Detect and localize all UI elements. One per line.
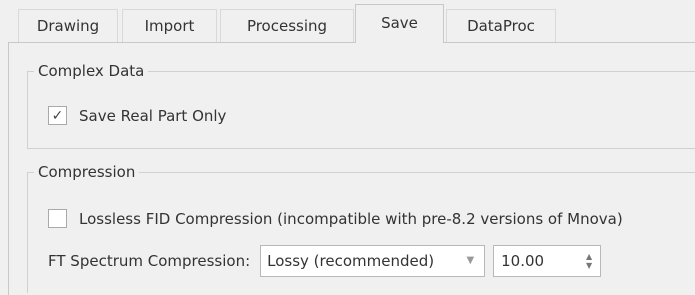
ft-spectrum-level-value[interactable]: 10.00 [501, 252, 544, 270]
complex-data-title: Complex Data [34, 61, 149, 81]
ft-spectrum-label: FT Spectrum Compression: [48, 252, 251, 270]
ft-spectrum-compression-select[interactable]: Lossy (recommended) ▼ [260, 245, 486, 277]
save-real-part-label[interactable]: Save Real Part Only [79, 107, 226, 125]
chevron-down-icon[interactable]: ▼ [466, 255, 474, 266]
tab-drawing[interactable]: Drawing [18, 9, 118, 42]
compression-title: Compression [34, 162, 140, 182]
lossless-fid-row[interactable]: Lossless FID Compression (incompatible w… [48, 209, 623, 228]
compression-group: Compression Lossless FID Compression (in… [27, 162, 695, 293]
tab-import[interactable]: Import [122, 9, 217, 42]
lossless-fid-checkbox[interactable] [48, 209, 67, 228]
spin-up-icon[interactable]: ▲ [586, 253, 592, 261]
ft-spectrum-selected-value: Lossy (recommended) [267, 252, 435, 270]
preferences-window: Drawing Import Processing Save DataProc … [0, 0, 695, 295]
save-real-part-row[interactable]: ✓ Save Real Part Only [48, 106, 226, 125]
save-pane: Complex Data ✓ Save Real Part Only Compr… [8, 42, 695, 295]
ft-spectrum-level-spinbox[interactable]: 10.00 ▲ ▼ [493, 245, 602, 277]
spin-down-icon[interactable]: ▼ [586, 262, 592, 270]
tab-save[interactable]: Save [355, 4, 444, 43]
tab-dataproc[interactable]: DataProc [446, 9, 556, 42]
lossless-fid-label[interactable]: Lossless FID Compression (incompatible w… [79, 210, 623, 228]
complex-data-group: Complex Data ✓ Save Real Part Only [27, 61, 695, 149]
ft-spectrum-row: FT Spectrum Compression: Lossy (recommen… [48, 245, 602, 277]
tab-processing[interactable]: Processing [220, 9, 354, 42]
check-icon: ✓ [51, 107, 64, 124]
tab-bar: Drawing Import Processing Save DataProc [0, 0, 695, 43]
save-real-part-checkbox[interactable]: ✓ [48, 106, 67, 125]
tab-divider [8, 42, 695, 43]
